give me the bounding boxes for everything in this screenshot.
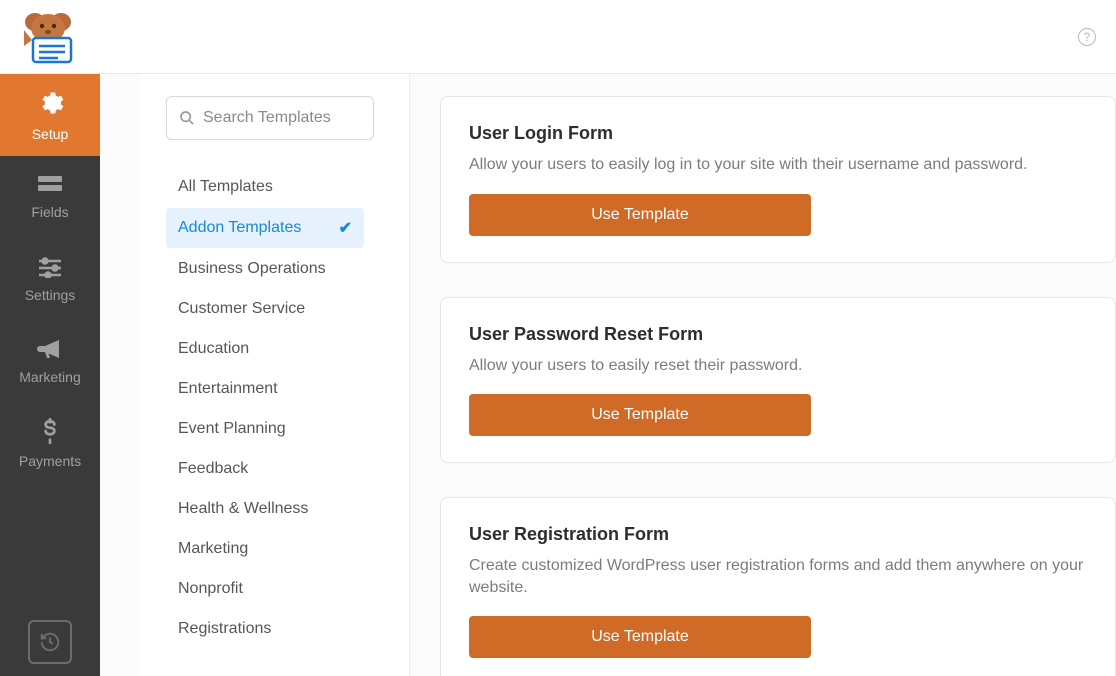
category-item[interactable]: Customer Service	[166, 290, 364, 328]
category-item[interactable]: Business Operations	[166, 250, 364, 288]
category-label: Marketing	[178, 540, 248, 558]
help-icon[interactable]: ?	[1078, 28, 1096, 46]
wpforms-logo	[18, 10, 78, 64]
category-label: Customer Service	[178, 300, 305, 318]
dollar-icon	[41, 418, 59, 447]
use-template-button[interactable]: Use Template	[469, 394, 811, 436]
category-label: Registrations	[178, 620, 271, 638]
category-label: Health & Wellness	[178, 500, 308, 518]
template-title: User Password Reset Form	[469, 324, 1087, 345]
category-item[interactable]: Event Planning	[166, 410, 364, 448]
use-template-button[interactable]: Use Template	[469, 194, 811, 236]
history-button[interactable]	[28, 620, 72, 664]
templates-list: User Login Form Allow your users to easil…	[410, 74, 1116, 676]
category-label: Business Operations	[178, 260, 326, 278]
nav-setup[interactable]: Setup	[0, 74, 100, 156]
content-area: All Templates Addon Templates ✔ Business Op…	[100, 74, 1116, 676]
nav-fields[interactable]: Fields	[0, 156, 100, 238]
category-item[interactable]: Entertainment	[166, 370, 364, 408]
category-item[interactable]: Marketing	[166, 530, 364, 568]
nav-label: Payments	[19, 453, 81, 469]
category-label: Event Planning	[178, 420, 286, 438]
template-description: Create customized WordPress user registr…	[469, 555, 1087, 598]
nav-payments[interactable]: Payments	[0, 402, 100, 484]
category-label: Nonprofit	[178, 580, 243, 598]
template-title: User Login Form	[469, 123, 1087, 144]
search-box[interactable]	[166, 96, 374, 140]
nav-label: Settings	[25, 287, 76, 303]
nav-label: Fields	[31, 204, 68, 220]
nav-label: Setup	[32, 126, 69, 142]
search-input[interactable]	[203, 109, 361, 127]
nav-label: Marketing	[19, 369, 80, 385]
nav-settings[interactable]: Settings	[0, 238, 100, 320]
category-item[interactable]: All Templates	[166, 168, 364, 206]
category-item[interactable]: Health & Wellness	[166, 490, 364, 528]
fields-icon	[37, 175, 63, 198]
category-item[interactable]: Addon Templates ✔	[166, 208, 364, 248]
category-label: All Templates	[178, 178, 273, 196]
template-card: User Registration Form Create customized …	[440, 497, 1116, 676]
category-label: Entertainment	[178, 380, 278, 398]
bullhorn-icon	[37, 338, 63, 363]
sliders-icon	[37, 256, 63, 281]
history-icon	[39, 631, 61, 653]
category-label: Feedback	[178, 460, 248, 478]
use-template-button[interactable]: Use Template	[469, 616, 811, 658]
search-icon	[179, 110, 195, 126]
template-description: Allow your users to easily log in to you…	[469, 154, 1087, 176]
template-title: User Registration Form	[469, 524, 1087, 545]
category-item[interactable]: Registrations	[166, 610, 364, 648]
primary-nav: Setup Fields Settings Marketing Payments	[0, 74, 100, 676]
template-card: User Login Form Allow your users to easil…	[440, 96, 1116, 263]
category-item[interactable]: Nonprofit	[166, 570, 364, 608]
category-item[interactable]: Education	[166, 330, 364, 368]
category-item[interactable]: Feedback	[166, 450, 364, 488]
category-label: Addon Templates	[178, 219, 301, 237]
app-header: ?	[0, 0, 1116, 74]
templates-sidebar: All Templates Addon Templates ✔ Business Op…	[140, 74, 410, 676]
check-icon: ✔	[339, 218, 352, 238]
nav-marketing[interactable]: Marketing	[0, 320, 100, 402]
template-description: Allow your users to easily reset their p…	[469, 355, 1087, 377]
template-card: User Password Reset Form Allow your users…	[440, 297, 1116, 464]
category-label: Education	[178, 340, 249, 358]
gear-icon	[36, 89, 64, 120]
